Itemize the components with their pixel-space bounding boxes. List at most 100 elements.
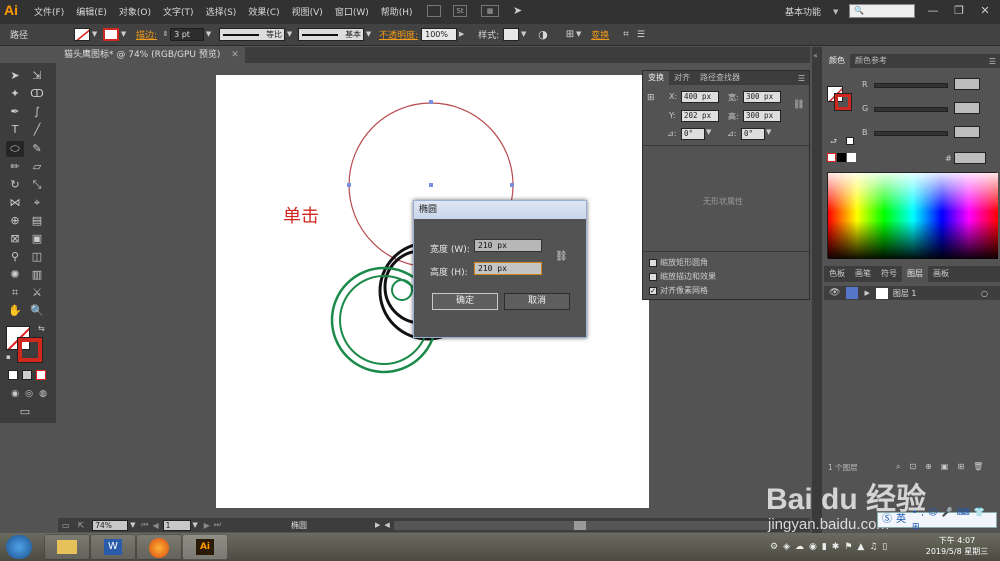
style-dropdown-icon[interactable]: ▼ <box>519 28 528 41</box>
magic-wand-icon[interactable]: ✦ <box>6 86 24 102</box>
horizontal-scrollbar[interactable] <box>393 520 770 530</box>
stroke-swatch[interactable] <box>103 28 120 41</box>
zoom-dropdown-icon[interactable]: ▼ <box>128 519 137 532</box>
gradient-mode-icon[interactable] <box>22 370 32 380</box>
perspective-grid-icon[interactable]: ▤ <box>28 213 46 229</box>
tab-align[interactable]: 对齐 <box>669 71 695 85</box>
rotate-field[interactable]: 0° <box>681 128 705 140</box>
menu-help[interactable]: 帮助(H) <box>381 5 413 18</box>
arrange-documents-icon[interactable]: ▦ <box>481 5 499 17</box>
tab-swatches[interactable]: 色板 <box>824 266 850 282</box>
slice-tool-icon[interactable]: ⚔ <box>28 285 46 301</box>
first-artboard-icon[interactable]: ⏮ <box>141 520 148 530</box>
opacity-label[interactable]: 不透明度: <box>379 28 418 41</box>
profile-dropdown-icon[interactable]: ▼ <box>285 28 294 41</box>
y-field[interactable]: 202 px <box>681 110 719 122</box>
tab-artboards[interactable]: 画板 <box>928 266 954 282</box>
scale-corners-option[interactable]: 缩放矩形圆角 <box>649 257 708 268</box>
menu-view[interactable]: 视图(V) <box>292 5 323 18</box>
x-field[interactable]: 400 px <box>681 91 719 103</box>
scale-strokes-option[interactable]: 缩放描边和效果 <box>649 271 716 282</box>
stroke-weight-dropdown-icon[interactable]: ▼ <box>204 28 213 41</box>
blend-tool-icon[interactable]: ◫ <box>28 249 46 265</box>
opacity-arrow-icon[interactable]: ▶ <box>457 28 466 41</box>
color-spectrum[interactable] <box>827 172 998 259</box>
taskbar-firefox[interactable] <box>136 534 182 560</box>
reference-point-icon[interactable]: ⊞ <box>647 93 655 103</box>
hex-value-field[interactable] <box>954 152 986 164</box>
stroke-stepper-icon[interactable]: ⇕ <box>161 28 170 41</box>
system-tray-icons[interactable]: ⚙◈☁◉▮✱⚑▲♫▯ <box>770 542 892 552</box>
line-tool-icon[interactable]: ╱ <box>28 122 46 138</box>
r-value-field[interactable] <box>954 78 980 90</box>
taskbar-word[interactable]: W <box>90 534 136 560</box>
brush-definition[interactable]: 基本 <box>298 28 365 41</box>
tab-pathfinder[interactable]: 路径查找器 <box>695 71 745 85</box>
width-tool-icon[interactable]: ⋈ <box>6 195 24 211</box>
taskbar-clock[interactable]: 下午 4:07 2019/5/8 星期三 <box>922 535 992 557</box>
width-input[interactable]: 210 px <box>474 239 542 252</box>
menu-window[interactable]: 窗口(W) <box>335 5 369 18</box>
color-stroke-box[interactable] <box>834 93 852 111</box>
h-field[interactable]: 300 px <box>743 110 781 122</box>
scale-tool-icon[interactable]: ⤡ <box>28 177 46 193</box>
document-tab[interactable]: 猫头鹰图标* @ 74% (RGB/GPU 预览) ✕ <box>58 47 245 63</box>
graph-tool-icon[interactable]: ▥ <box>28 267 46 283</box>
screen-mode-icon[interactable]: ▭ <box>16 404 34 420</box>
stroke-color-box[interactable] <box>17 337 43 363</box>
scrollbar-thumb[interactable] <box>573 520 586 530</box>
tab-transform[interactable]: 变换 <box>643 71 669 85</box>
b-slider[interactable] <box>874 131 948 136</box>
rotate-dropdown-icon[interactable]: ▼ <box>706 128 711 136</box>
tab-color[interactable]: 颜色 <box>824 54 850 68</box>
taskbar-illustrator[interactable]: Ai <box>182 534 228 560</box>
mesh-tool-icon[interactable]: ⊠ <box>6 231 24 247</box>
type-tool-icon[interactable]: T <box>6 122 24 138</box>
workspace-switcher[interactable]: 基本功能 ▼ <box>785 5 838 19</box>
color-mode-icon[interactable] <box>8 370 18 380</box>
gpu-performance-icon[interactable]: ➤ <box>513 4 522 17</box>
align-pixel-grid-option[interactable]: ✓ 对齐像素网格 <box>649 285 708 296</box>
eraser-tool-icon[interactable]: ▱ <box>28 159 46 175</box>
layer-row[interactable]: 👁 ▶ 图层 1 ○ <box>824 286 1000 300</box>
zoom-field[interactable]: 74% <box>92 519 129 531</box>
recolor-icon[interactable]: ◑ <box>538 28 548 41</box>
black-swatch[interactable] <box>837 153 846 162</box>
brush-dropdown-icon[interactable]: ▼ <box>364 28 373 41</box>
shear-field[interactable]: 0° <box>741 128 765 140</box>
taskbar-explorer[interactable] <box>44 534 90 560</box>
stroke-dropdown-icon[interactable]: ▼ <box>119 28 128 41</box>
symbol-sprayer-icon[interactable]: ✺ <box>6 267 24 283</box>
target-icon[interactable]: ○ <box>981 289 988 298</box>
prev-artboard-icon[interactable]: ◀ <box>152 521 158 530</box>
eyedropper-icon[interactable]: ⚲ <box>6 249 24 265</box>
ok-button[interactable]: 确定 <box>432 293 498 310</box>
minimize-button[interactable]: — <box>920 2 946 20</box>
curvature-tool-icon[interactable]: ∫ <box>28 104 46 120</box>
constrain-proportions-icon[interactable]: ⛓ <box>555 251 568 262</box>
center-point[interactable] <box>429 183 433 187</box>
r-slider[interactable] <box>874 83 948 88</box>
expand-panels-icon[interactable]: « <box>813 51 818 60</box>
fill-dropdown-icon[interactable]: ▼ <box>90 28 99 41</box>
menu-select[interactable]: 选择(S) <box>206 5 237 18</box>
graphic-style-swatch[interactable] <box>503 28 520 41</box>
search-input[interactable]: 🔍 <box>849 4 915 18</box>
stroke-weight-label[interactable]: 描边: <box>136 28 157 41</box>
zoom-tool-icon[interactable]: 🔍 <box>28 303 46 319</box>
ellipse-tool-icon[interactable]: ⬭ <box>6 141 24 157</box>
close-window-button[interactable]: ✕ <box>972 2 998 20</box>
paintbrush-tool-icon[interactable]: ✎ <box>28 141 46 157</box>
free-transform-icon[interactable]: ⌖ <box>28 195 46 211</box>
visibility-eye-icon[interactable]: 👁 <box>829 288 840 298</box>
opacity-field[interactable]: 100% <box>421 28 458 41</box>
artboard-tool-icon[interactable]: ⌗ <box>6 285 24 301</box>
isolate-icon[interactable]: ⌗ <box>623 29 629 40</box>
default-colors-icon[interactable]: ▪ <box>6 353 11 361</box>
anchor-point-left[interactable] <box>347 183 351 187</box>
align-pixel-grid-checkbox[interactable]: ✓ <box>649 286 657 295</box>
artboard-dropdown-icon[interactable]: ▼ <box>191 519 200 532</box>
scale-strokes-checkbox[interactable] <box>649 272 657 281</box>
expand-layer-icon[interactable]: ▶ <box>864 289 869 297</box>
tab-layers[interactable]: 图层 <box>902 266 928 282</box>
